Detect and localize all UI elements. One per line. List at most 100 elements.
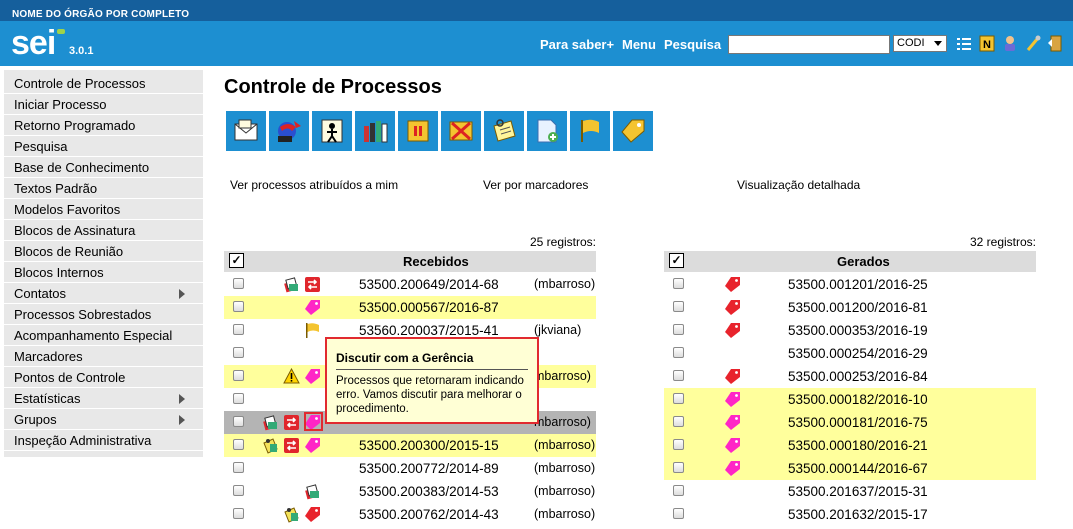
row-checkbox[interactable] xyxy=(233,416,244,427)
select-all-received-checkbox[interactable]: ✓ xyxy=(229,253,244,268)
table-row[interactable]: 53500.001200/2016-81 xyxy=(664,296,1036,319)
sidebar-item-controle-processos[interactable]: Controle de Processos xyxy=(4,74,203,94)
process-number-link[interactable]: 53500.200383/2014-53 xyxy=(359,484,499,499)
annotation-button[interactable] xyxy=(484,111,524,151)
yellow-flag-icon[interactable] xyxy=(304,322,321,339)
row-checkbox[interactable] xyxy=(673,370,684,381)
transfer-icon[interactable] xyxy=(283,414,300,431)
sidebar-item-inspecao-administrativa[interactable]: Inspeção Administrativa xyxy=(4,431,203,451)
process-number-link[interactable]: 53500.001200/2016-81 xyxy=(788,300,928,315)
row-checkbox[interactable] xyxy=(673,462,684,473)
row-checkbox[interactable] xyxy=(233,370,244,381)
process-number-link[interactable]: 53500.000254/2016-29 xyxy=(788,346,928,361)
pink-tag-icon[interactable] xyxy=(724,460,741,477)
pink-tag-icon[interactable] xyxy=(304,299,321,316)
red-tag-icon[interactable] xyxy=(724,299,741,316)
docs-icon[interactable] xyxy=(262,414,279,431)
row-checkbox[interactable] xyxy=(673,508,684,519)
row-checkbox[interactable] xyxy=(673,416,684,427)
exit-icon[interactable] xyxy=(1047,35,1063,52)
sidebar-item-textos-padrao[interactable]: Textos Padrão xyxy=(4,179,203,199)
assigned-user[interactable]: (jkviana) xyxy=(534,323,581,337)
sidebar-item-blocos-reuniao[interactable]: Blocos de Reunião xyxy=(4,242,203,262)
process-number-link[interactable]: 53500.000180/2016-21 xyxy=(788,438,928,453)
row-checkbox[interactable] xyxy=(673,485,684,496)
sidebar-item-acompanhamento-especial[interactable]: Acompanhamento Especial xyxy=(4,326,203,346)
table-row[interactable]: 53500.000181/2016-75 xyxy=(664,411,1036,434)
sidebar-item-retorno-programado[interactable]: Retorno Programado xyxy=(4,116,203,136)
process-number-link[interactable]: 53500.200762/2014-43 xyxy=(359,507,499,522)
sidebar-item-contatos[interactable]: Contatos xyxy=(4,284,203,304)
marker-button[interactable] xyxy=(613,111,653,151)
row-checkbox[interactable] xyxy=(233,439,244,450)
assigned-user[interactable]: mbarroso) xyxy=(534,369,591,383)
row-checkbox[interactable] xyxy=(233,462,244,473)
process-number-link[interactable]: 53500.200649/2014-68 xyxy=(359,277,499,292)
red-tag-icon[interactable] xyxy=(304,506,321,523)
process-number-link[interactable]: 53500.000567/2016-87 xyxy=(359,300,499,315)
sidebar-item-estatisticas[interactable]: Estatísticas xyxy=(4,389,203,409)
row-checkbox[interactable] xyxy=(673,324,684,335)
sidebar-item-grupos[interactable]: Grupos xyxy=(4,410,203,430)
pink-tag-icon[interactable] xyxy=(304,368,321,385)
assigned-user[interactable]: (mbarroso) xyxy=(534,484,595,498)
send-process-button[interactable] xyxy=(226,111,266,151)
pink-tag-icon[interactable] xyxy=(724,414,741,431)
row-checkbox[interactable] xyxy=(673,278,684,289)
search-input[interactable] xyxy=(728,35,890,54)
by-markers-link[interactable]: Ver por marcadores xyxy=(483,178,588,192)
row-checkbox[interactable] xyxy=(233,301,244,312)
sidebar-item-base-conhecimento[interactable]: Base de Conhecimento xyxy=(4,158,203,178)
sidebar-item-blocos-internos[interactable]: Blocos Internos xyxy=(4,263,203,283)
update-processes-button[interactable] xyxy=(269,111,309,151)
table-row[interactable]: 53500.200300/2015-15 (mbarroso) xyxy=(224,434,596,457)
sidebar-item-pesquisa[interactable]: Pesquisa xyxy=(4,137,203,157)
assigned-to-me-link[interactable]: Ver processos atribuídos a mim xyxy=(230,178,398,192)
documents-button[interactable] xyxy=(355,111,395,151)
process-number-link[interactable]: 53500.001201/2016-25 xyxy=(788,277,928,292)
sidebar-item-modelos-favoritos[interactable]: Modelos Favoritos xyxy=(4,200,203,220)
row-checkbox[interactable] xyxy=(233,485,244,496)
suspend-process-button[interactable] xyxy=(398,111,438,151)
process-number-link[interactable]: 53500.000253/2016-84 xyxy=(788,369,928,384)
assign-process-button[interactable] xyxy=(312,111,352,151)
pink-tag-icon[interactable] xyxy=(724,437,741,454)
detailed-view-link[interactable]: Visualização detalhada xyxy=(737,178,860,192)
flag-button[interactable] xyxy=(570,111,610,151)
docs-icon[interactable] xyxy=(304,483,321,500)
table-row[interactable]: 53500.000180/2016-21 xyxy=(664,434,1036,457)
assigned-user[interactable]: mbarroso) xyxy=(534,415,591,429)
assigned-user[interactable]: (mbarroso) xyxy=(534,461,595,475)
process-number-link[interactable]: 53500.201632/2015-17 xyxy=(788,507,928,522)
tools-icon[interactable] xyxy=(1025,35,1041,52)
warning-icon[interactable] xyxy=(283,368,300,385)
red-tag-icon[interactable] xyxy=(724,368,741,385)
table-row[interactable]: 53500.201637/2015-31 xyxy=(664,480,1036,503)
sidebar-item-processos-sobrestados[interactable]: Processos Sobrestados xyxy=(4,305,203,325)
table-row[interactable]: 53500.000182/2016-10 xyxy=(664,388,1036,411)
row-checkbox[interactable] xyxy=(673,439,684,450)
notes-icon[interactable]: N xyxy=(979,35,995,52)
red-tag-icon[interactable] xyxy=(724,276,741,293)
table-row[interactable]: 53500.200383/2014-53 (mbarroso) xyxy=(224,480,596,503)
list-icon[interactable] xyxy=(956,35,972,52)
red-tag-icon[interactable] xyxy=(724,322,741,339)
new-document-button[interactable] xyxy=(527,111,567,151)
process-number-link[interactable]: 53500.000182/2016-10 xyxy=(788,392,928,407)
sei-logo[interactable]: sei xyxy=(11,24,56,63)
process-number-link[interactable]: 53500.200772/2014-89 xyxy=(359,461,499,476)
table-row[interactable]: 53500.200649/2014-68 (mbarroso) xyxy=(224,273,596,296)
para-saber-link[interactable]: Para saber+ xyxy=(540,37,614,52)
row-checkbox[interactable] xyxy=(673,393,684,404)
conclude-process-button[interactable] xyxy=(441,111,481,151)
table-row[interactable]: 53500.000253/2016-84 xyxy=(664,365,1036,388)
sidebar-item-pontos-controle[interactable]: Pontos de Controle xyxy=(4,368,203,388)
row-checkbox[interactable] xyxy=(233,393,244,404)
assigned-user[interactable]: (mbarroso) xyxy=(534,277,595,291)
table-row[interactable]: 53500.200772/2014-89 (mbarroso) xyxy=(224,457,596,480)
process-number-link[interactable]: 53500.200300/2015-15 xyxy=(359,438,499,453)
row-checkbox[interactable] xyxy=(233,347,244,358)
sidebar-item-marcadores[interactable]: Marcadores xyxy=(4,347,203,367)
row-checkbox[interactable] xyxy=(673,347,684,358)
process-number-link[interactable]: 53500.000181/2016-75 xyxy=(788,415,928,430)
